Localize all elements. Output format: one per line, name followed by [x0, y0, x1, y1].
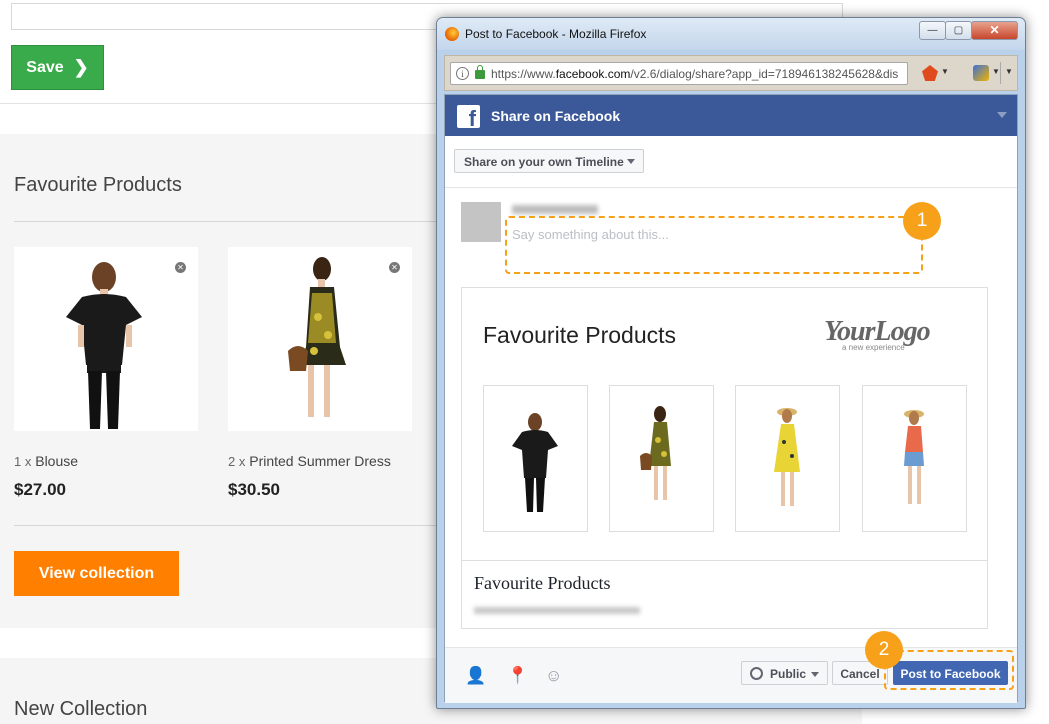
dress-model-image: [288, 257, 346, 417]
dialog-header: f Share on Facebook: [445, 95, 1017, 136]
maximize-button[interactable]: ▢: [945, 21, 972, 40]
link-preview-card[interactable]: Favourite Products YourLogo a new experi…: [461, 287, 988, 629]
blurred-domain: [474, 607, 640, 614]
blouse-model-image: [66, 262, 142, 429]
globe-icon: [750, 667, 763, 680]
product-image[interactable]: ✕: [14, 247, 198, 431]
preview-product-image: [862, 385, 967, 532]
remove-icon[interactable]: ✕: [175, 262, 186, 273]
lock-icon[interactable]: [475, 65, 485, 79]
facebook-logo-icon: f: [457, 105, 480, 128]
chevron-right-icon: ❯: [73, 57, 89, 77]
remove-icon[interactable]: ✕: [389, 262, 400, 273]
preview-product-image: [483, 385, 588, 532]
product-price: $27.00: [14, 480, 66, 499]
new-collection-title: New Collection: [14, 698, 148, 720]
preview-caption: Favourite Products: [474, 573, 611, 593]
menu-chevron-icon[interactable]: ▼: [1005, 67, 1013, 76]
blurred-username: [512, 205, 598, 214]
callout-number-1: 1: [903, 202, 941, 240]
preview-product-image: [735, 385, 840, 532]
info-icon[interactable]: i: [456, 67, 469, 80]
preview-title: Favourite Products: [483, 322, 677, 348]
close-window-button[interactable]: ✕: [971, 21, 1018, 40]
chevron-down-icon: [811, 672, 819, 677]
callout-box-post-button: [884, 650, 1014, 690]
share-destination-label: Share on your own Timeline: [464, 155, 624, 169]
firefox-popup-window: Post to Facebook - Mozilla Firefox — ▢ ✕…: [436, 17, 1026, 709]
separator: [1000, 62, 1001, 84]
callout-number-2: 2: [865, 631, 903, 669]
minimize-button[interactable]: —: [919, 21, 946, 40]
favourites-title: Favourite Products: [14, 174, 182, 196]
chevron-down-icon[interactable]: ▼: [992, 67, 1000, 76]
firefox-logo-icon: [445, 27, 459, 41]
avatar: [461, 202, 501, 242]
chevron-down-icon[interactable]: [997, 112, 1007, 118]
url-text[interactable]: https://www.facebook.com/v2.6/dialog/sha…: [491, 67, 901, 81]
divider: [445, 187, 1017, 188]
addon-icon[interactable]: [973, 65, 989, 81]
preview-logo-tagline: a new experience: [842, 343, 905, 352]
view-collection-button[interactable]: View collection: [14, 551, 179, 596]
product-card-blouse[interactable]: ✕ 1 x Blouse $27.00: [14, 247, 198, 500]
preview-product-image: [609, 385, 714, 532]
callout-box-composer: [505, 216, 923, 274]
window-titlebar[interactable]: Post to Facebook - Mozilla Firefox — ▢ ✕: [437, 18, 1025, 50]
navigation-bar: i https://www.facebook.com/v2.6/dialog/s…: [444, 55, 1018, 91]
chevron-down-icon[interactable]: ▼: [941, 67, 949, 76]
product-name[interactable]: 2 x Printed Summer Dress: [228, 453, 412, 469]
addon-icon[interactable]: [922, 65, 938, 81]
facebook-share-dialog: f Share on Facebook Share on your own Ti…: [444, 94, 1018, 703]
product-image[interactable]: ✕: [228, 247, 412, 431]
save-label: Save: [26, 58, 64, 76]
dialog-title: Share on Facebook: [491, 108, 621, 124]
product-card-summer-dress[interactable]: ✕ 2 x Printed Summer Dress $30.50: [228, 247, 412, 500]
privacy-select[interactable]: Public: [741, 661, 828, 685]
emoji-icon[interactable]: ☺: [545, 666, 562, 686]
location-icon[interactable]: 📍: [507, 666, 528, 686]
privacy-label: Public: [770, 667, 807, 681]
tag-friends-icon[interactable]: 👤: [465, 666, 486, 686]
window-title: Post to Facebook - Mozilla Firefox: [465, 27, 647, 41]
share-destination-select[interactable]: Share on your own Timeline: [454, 149, 644, 173]
chevron-down-icon: [627, 159, 635, 164]
save-button[interactable]: Save ❯: [11, 45, 104, 90]
url-bar[interactable]: i https://www.facebook.com/v2.6/dialog/s…: [450, 62, 908, 85]
product-price: $30.50: [228, 480, 280, 499]
product-name[interactable]: 1 x Blouse: [14, 453, 198, 469]
divider: [462, 560, 987, 561]
